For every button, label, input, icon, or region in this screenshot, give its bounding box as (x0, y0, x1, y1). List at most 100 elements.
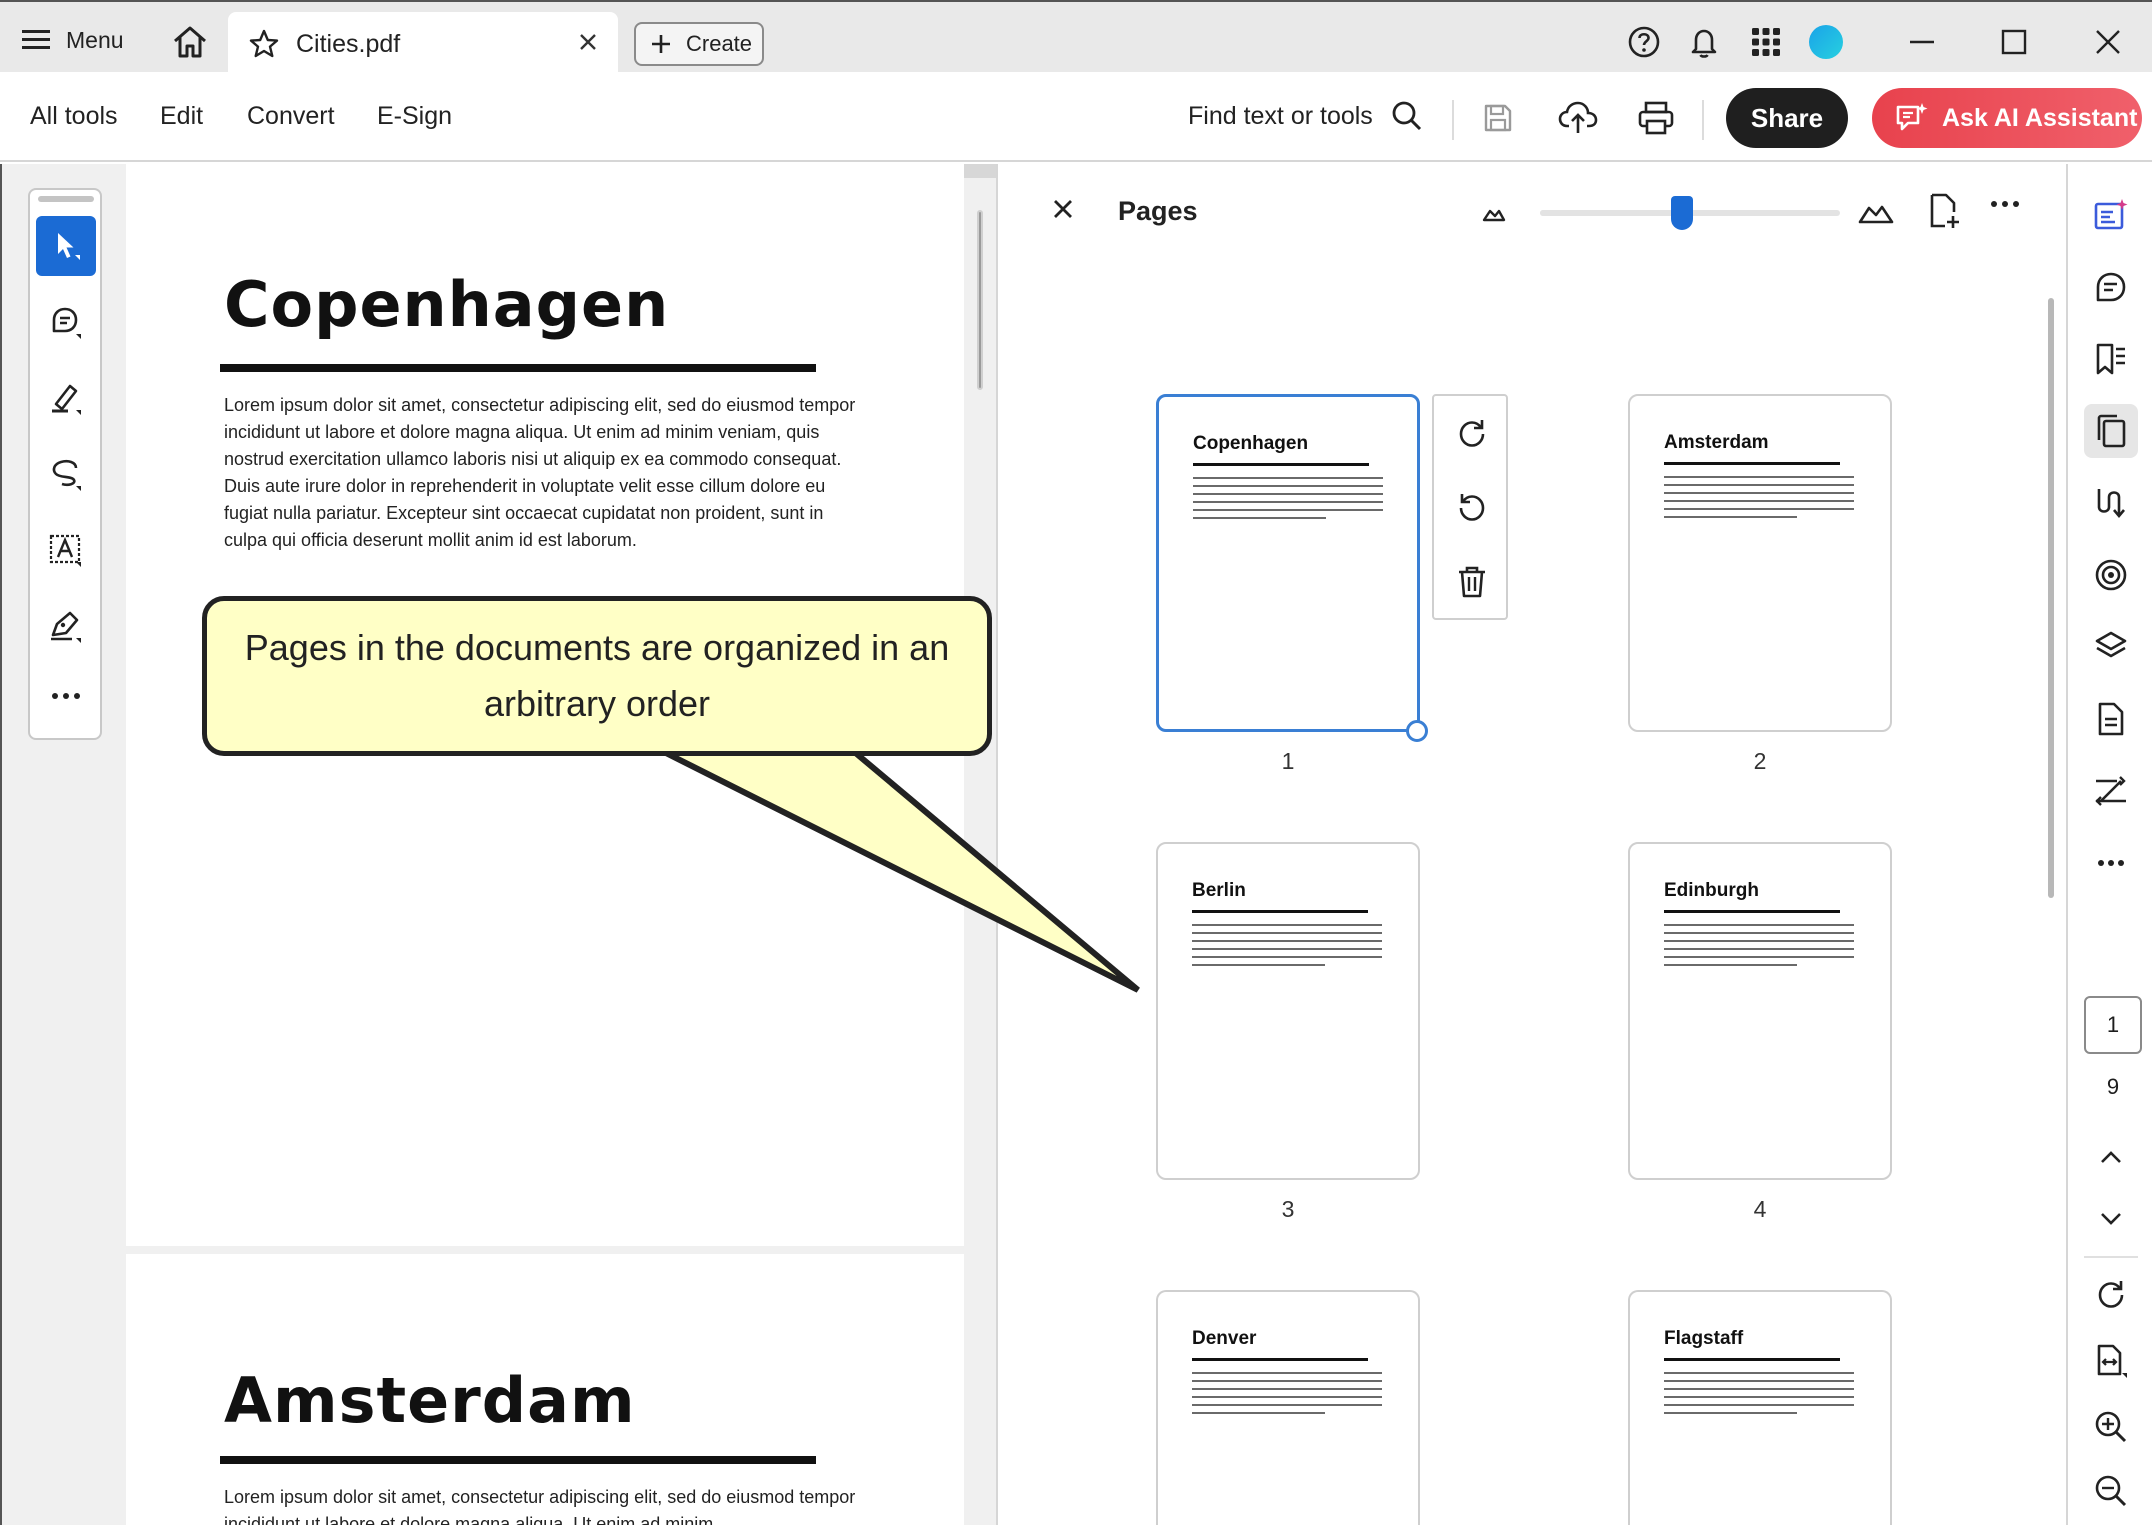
find-text-or-tools[interactable]: Find text or tools (1188, 100, 1423, 132)
page-body-text: Lorem ipsum dolor sit amet, consectetur … (224, 1487, 856, 1525)
thumbnail-title: Edinburgh (1664, 880, 1759, 901)
bookmark-icon (2096, 343, 2125, 375)
annotation-callout: Pages in the documents are organized in … (202, 596, 992, 756)
minimize-icon (1910, 40, 1934, 44)
page-thumbnail[interactable]: Denver (1156, 1290, 1420, 1525)
rotate-clockwise-button[interactable] (1450, 412, 1494, 456)
layers-icon (2095, 631, 2127, 658)
chevron-down-icon (2101, 1213, 2121, 1225)
zoom-out-icon (2095, 1475, 2127, 1507)
pages-icon (2097, 414, 2126, 448)
thumbnail-actions (1432, 394, 1508, 620)
thumbnail-text-lines (1664, 918, 1854, 966)
find-label: Find text or tools (1188, 101, 1373, 130)
fit-page-button[interactable] (2084, 1334, 2138, 1388)
thumbnail-page-number: 4 (1753, 1196, 1767, 1222)
compare-icon (2097, 489, 2125, 519)
slider-handle[interactable] (1671, 196, 1693, 230)
document-icon (2098, 702, 2124, 736)
thumbnail-title: Flagstaff (1664, 1328, 1744, 1349)
more-icon (2098, 860, 2124, 866)
profile-button[interactable] (1804, 20, 1848, 64)
resize-handle[interactable] (1406, 720, 1428, 742)
save-icon (1484, 104, 1512, 132)
avatar (1809, 25, 1843, 59)
fit-page-icon (2097, 1344, 2127, 1378)
thumbnail-rule (1192, 1358, 1368, 1361)
cloud-upload-icon (1558, 101, 1598, 133)
page-thumbnail[interactable]: Edinburgh (1628, 842, 1892, 1180)
layers-button[interactable] (2084, 620, 2138, 674)
thumbnail-title: Denver (1192, 1328, 1257, 1349)
slider-fill (1540, 210, 1681, 216)
zoom-in-thumbnail-icon[interactable] (1858, 198, 1894, 224)
zoom-out-thumbnail-icon[interactable] (1482, 202, 1506, 222)
minimize-button[interactable] (1900, 20, 1944, 64)
thumbnail-text-lines (1193, 471, 1383, 519)
close-window-button[interactable] (2086, 20, 2130, 64)
delete-page-button[interactable] (1450, 560, 1494, 604)
thumbnail-rule (1192, 910, 1368, 913)
help-button[interactable] (1622, 20, 1666, 64)
rotate-view-button[interactable] (2084, 1268, 2138, 1322)
save-button[interactable] (1476, 96, 1520, 140)
thumbnail-rule (1193, 463, 1369, 466)
maximize-button[interactable] (1992, 20, 2036, 64)
more-rail-options[interactable] (2084, 836, 2138, 890)
rotate-counterclockwise-icon (1459, 494, 1485, 521)
insert-page-icon[interactable] (1928, 192, 1962, 230)
document-properties-button[interactable] (2084, 692, 2138, 746)
compare-button[interactable] (2084, 476, 2138, 530)
thumbnail-page-number: 3 (1281, 1196, 1295, 1222)
generative-summary-button[interactable] (2084, 188, 2138, 242)
thumbnail-rule (1664, 462, 1840, 465)
callout-tail (658, 747, 1140, 993)
next-page-button[interactable] (2084, 1192, 2138, 1246)
apps-button[interactable] (1744, 20, 1788, 64)
page-thumbnail[interactable]: Flagstaff (1628, 1290, 1892, 1525)
order-pages-button[interactable] (2084, 764, 2138, 818)
thumbnail-title: Berlin (1192, 880, 1246, 901)
ai-summary-icon (2094, 199, 2128, 230)
maximize-icon (2001, 29, 2027, 55)
zoom-in-button[interactable] (2084, 1400, 2138, 1454)
bell-icon (1691, 29, 1717, 58)
rotate-counterclockwise-button[interactable] (1450, 486, 1494, 530)
thumbnail-text-lines (1664, 1366, 1854, 1414)
print-button[interactable] (1634, 96, 1678, 140)
toolbar-divider (1452, 100, 1454, 140)
previous-page-button[interactable] (2084, 1130, 2138, 1184)
current-page-input[interactable]: 1 (2084, 996, 2142, 1054)
zoom-in-icon (2095, 1411, 2127, 1443)
thumbnail-title: Amsterdam (1664, 432, 1769, 453)
zoom-out-button[interactable] (2084, 1464, 2138, 1518)
page-heading: Amsterdam (224, 1364, 636, 1437)
trash-icon (1459, 566, 1485, 598)
more-options-icon[interactable] (1990, 200, 2020, 208)
apps-grid-icon (1752, 28, 1780, 56)
document-page: Amsterdam Lorem ipsum dolor sit amet, co… (126, 1254, 964, 1525)
help-icon (1628, 26, 1660, 58)
reorder-icon (2095, 776, 2126, 806)
chevron-up-icon (2101, 1151, 2121, 1163)
upload-cloud-button[interactable] (1556, 96, 1600, 140)
panel-scrollbar-thumb[interactable] (2048, 298, 2054, 898)
notifications-button[interactable] (1682, 20, 1726, 64)
printer-icon (1638, 101, 1674, 135)
thumbnail-text-lines (1664, 470, 1854, 518)
bookmarks-button[interactable] (2084, 332, 2138, 386)
comments-panel-button[interactable] (2084, 260, 2138, 314)
close-icon (2096, 30, 2120, 54)
target-icon (2095, 559, 2127, 591)
page-thumbnail[interactable]: Amsterdam (1628, 394, 1892, 732)
pages-panel-button[interactable] (2084, 404, 2138, 458)
ask-ai-assistant-button[interactable]: Ask AI Assistant (1872, 88, 2142, 148)
thumbnail-text-lines (1192, 1366, 1382, 1414)
protect-button[interactable] (2084, 548, 2138, 602)
thumbnail-rule (1664, 1358, 1840, 1361)
search-icon (1392, 101, 1421, 131)
thumbnail-size-slider[interactable] (1540, 196, 1840, 230)
share-button[interactable]: Share (1726, 88, 1848, 148)
rail-divider (2084, 1256, 2138, 1258)
heading-rule (220, 1456, 816, 1464)
